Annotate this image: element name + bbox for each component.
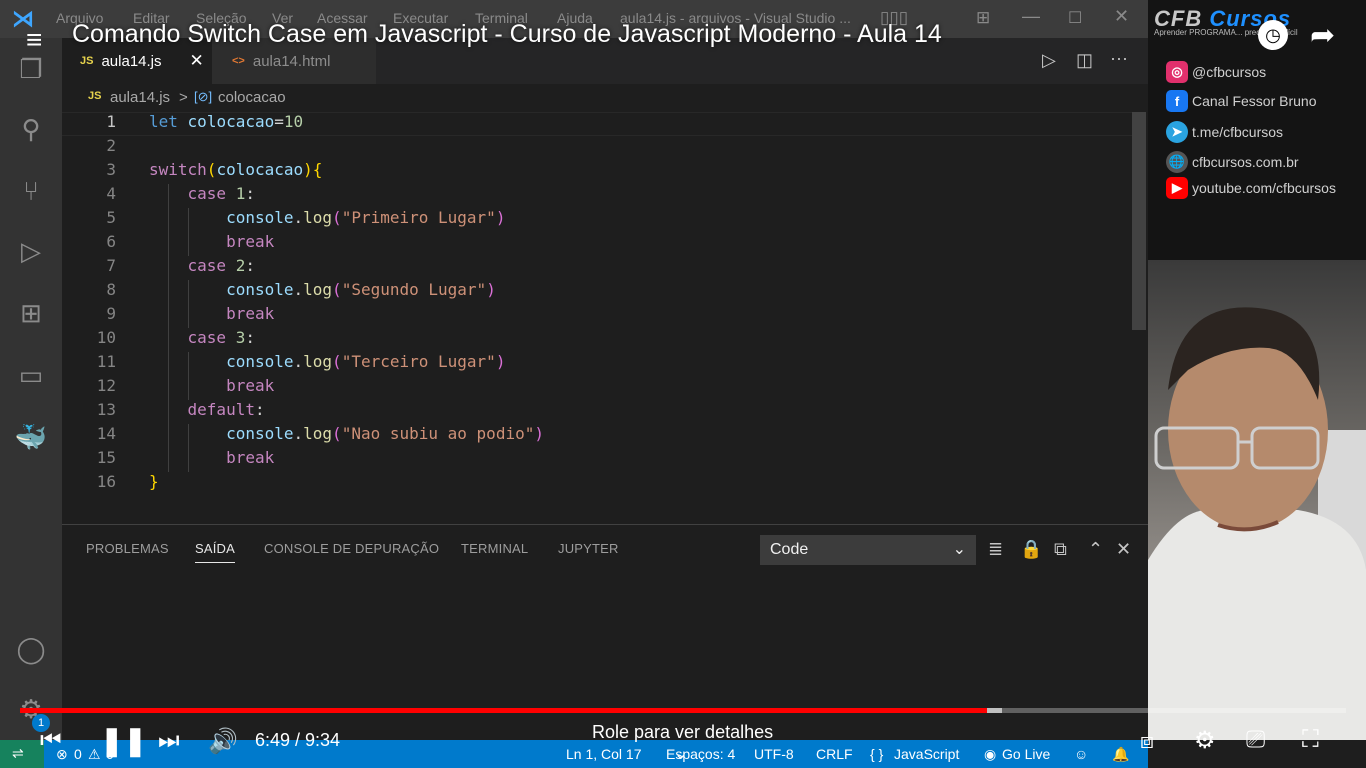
close-window-icon[interactable]: ✕ bbox=[1114, 6, 1129, 27]
chevron-down-icon[interactable]: ⌄ bbox=[674, 744, 687, 764]
encoding[interactable]: UTF-8 bbox=[754, 746, 794, 762]
scroll-for-details[interactable]: Role para ver detalhes bbox=[592, 722, 773, 743]
language-mode[interactable]: JavaScript bbox=[894, 746, 959, 762]
maximize-icon[interactable]: ☐ bbox=[1068, 8, 1082, 28]
subtitles-icon[interactable]: ⧈ bbox=[1140, 728, 1154, 754]
output-channel-select[interactable]: Code ⌄ bbox=[760, 535, 976, 565]
presenter-webcam bbox=[1148, 260, 1366, 740]
tab-label: aula14.html bbox=[252, 52, 331, 70]
search-icon[interactable]: ⚲ bbox=[0, 104, 62, 154]
feedback-icon[interactable]: ☺ bbox=[1074, 746, 1088, 762]
source-control-icon[interactable]: ⑂ bbox=[0, 166, 62, 216]
minimize-icon[interactable]: — bbox=[1022, 6, 1040, 27]
telegram-icon: ➤ bbox=[1166, 121, 1188, 143]
social-website: 🌐 cfbcursos.com.br bbox=[1166, 151, 1299, 173]
docker-icon[interactable]: 🐳 bbox=[0, 412, 62, 462]
run-file-icon[interactable]: ▷ bbox=[1042, 50, 1056, 71]
breadcrumb-symbol[interactable]: colocacao bbox=[218, 89, 286, 106]
tab-label: aula14.js bbox=[101, 52, 162, 70]
social-youtube: ▶ youtube.com/cfbcursos bbox=[1166, 177, 1336, 199]
tab-console-depuracao[interactable]: CONSOLE DE DEPURAÇÃO bbox=[264, 541, 439, 556]
extensions-icon[interactable]: ⊞ bbox=[0, 288, 62, 338]
breadcrumb-separator: > bbox=[179, 89, 188, 106]
js-file-icon: JS bbox=[80, 55, 94, 67]
warning-icon: ⚠ bbox=[88, 746, 101, 762]
cast-icon[interactable]: ⎚ bbox=[1246, 726, 1265, 754]
clear-output-icon[interactable]: ≣ bbox=[988, 539, 1003, 560]
tab-jupyter[interactable]: JUPYTER bbox=[558, 541, 619, 556]
open-in-editor-icon[interactable]: ⧉ bbox=[1054, 539, 1067, 560]
language-braces-icon: { } bbox=[870, 746, 884, 762]
customize-layout-icon[interactable]: ⊞ bbox=[976, 8, 990, 28]
progress-played bbox=[20, 708, 987, 713]
menu-icon[interactable]: ≡ bbox=[26, 24, 42, 56]
run-debug-icon[interactable]: ▷ bbox=[0, 226, 62, 276]
web-icon: 🌐 bbox=[1166, 151, 1188, 173]
tab-terminal[interactable]: TERMINAL bbox=[461, 541, 528, 556]
chevron-down-icon: ⌄ bbox=[952, 541, 966, 558]
code-editor[interactable]: 1 let colocacao=10 2 3 switch(colocacao){ … bbox=[62, 112, 1132, 524]
activity-bar: ❐ ⚲ ⑂ ▷ ⊞ ▭ 🐳 ◯ ⚙ 1 bbox=[0, 38, 62, 740]
remote-explorer-icon[interactable]: ▭ bbox=[0, 350, 62, 400]
more-actions-icon[interactable]: ··· bbox=[1110, 48, 1128, 69]
go-live-button[interactable]: Go Live bbox=[1002, 746, 1050, 762]
editor-scrollbar-thumb[interactable] bbox=[1132, 112, 1146, 330]
share-icon[interactable]: ➦ bbox=[1310, 18, 1335, 53]
remote-icon: ⇌ bbox=[12, 745, 24, 761]
social-telegram: ➤ t.me/cfbcursos bbox=[1166, 121, 1283, 143]
errors-count[interactable]: 0 bbox=[74, 746, 82, 762]
html-file-icon: <> bbox=[232, 55, 245, 67]
breadcrumb: JS aula14.js > [⊘] colocacao bbox=[62, 84, 1148, 112]
breadcrumb-file[interactable]: aula14.js bbox=[110, 89, 170, 106]
tab-saida[interactable]: SAÍDA bbox=[195, 541, 236, 563]
output-channel-value: Code bbox=[770, 541, 809, 558]
social-facebook: f Canal Fessor Bruno bbox=[1166, 90, 1317, 112]
maximize-panel-icon[interactable]: ⌃ bbox=[1088, 539, 1103, 560]
cursor-position[interactable]: Ln 1, Col 17 bbox=[566, 746, 642, 762]
fullscreen-icon[interactable]: ⛶ bbox=[1302, 726, 1319, 754]
next-icon[interactable]: ⏭ bbox=[158, 727, 180, 755]
close-panel-icon[interactable]: ✕ bbox=[1116, 539, 1131, 560]
tab-problemas[interactable]: PROBLEMAS bbox=[86, 541, 169, 556]
volume-icon[interactable]: 🔊 bbox=[208, 727, 238, 756]
variable-symbol-icon: [⊘] bbox=[194, 89, 213, 104]
facebook-icon: f bbox=[1166, 90, 1188, 112]
end-of-line[interactable]: CRLF bbox=[816, 746, 853, 762]
accounts-icon[interactable]: ◯ bbox=[0, 624, 62, 674]
settings-icon[interactable]: ⚙ bbox=[1194, 726, 1216, 755]
watch-later-icon[interactable]: ◷ bbox=[1258, 20, 1288, 50]
lock-scroll-icon[interactable]: 🔒 bbox=[1020, 539, 1042, 560]
social-instagram: ◎ @cfbcursos bbox=[1166, 61, 1266, 83]
pause-icon[interactable]: ❚❚ bbox=[100, 724, 147, 757]
previous-icon[interactable]: ⏮ bbox=[40, 727, 62, 755]
split-editor-icon[interactable]: ◫ bbox=[1076, 50, 1093, 71]
js-file-icon: JS bbox=[88, 90, 102, 102]
youtube-icon: ▶ bbox=[1166, 177, 1188, 199]
close-tab-icon[interactable]: ✕ bbox=[190, 51, 204, 71]
instagram-icon: ◎ bbox=[1166, 61, 1188, 83]
remote-indicator[interactable]: ⇌ bbox=[0, 740, 44, 768]
presenter-portrait bbox=[1148, 307, 1366, 740]
go-live-icon: ◉ bbox=[984, 746, 997, 762]
video-time: 6:49 / 9:34 bbox=[255, 730, 341, 750]
video-title[interactable]: Comando Switch Case em Javascript - Curs… bbox=[72, 20, 942, 49]
notifications-bell-icon[interactable]: 🔔 bbox=[1112, 746, 1129, 763]
